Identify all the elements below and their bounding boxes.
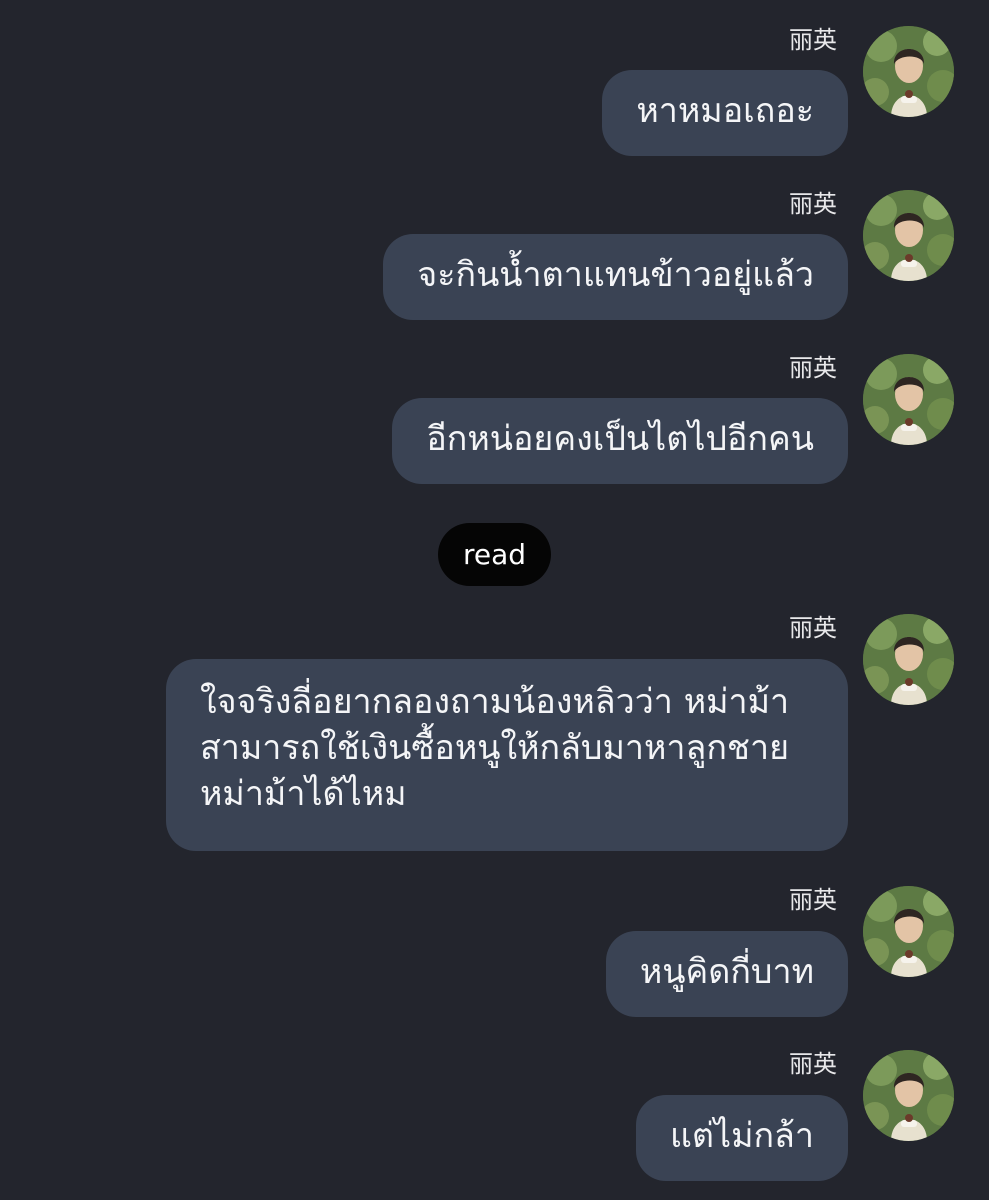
message-bubble[interactable]: หาหมอเถอะ [602, 70, 848, 156]
avatar-photo-icon [863, 190, 954, 281]
sender-name: 丽英 [789, 26, 837, 54]
avatar-photo-icon [863, 886, 954, 977]
message-line: หม่าม้าได้ไหม [200, 774, 407, 814]
avatar[interactable] [863, 190, 954, 281]
read-receipt-badge: read [438, 523, 551, 586]
avatar[interactable] [863, 26, 954, 117]
sender-name: 丽英 [789, 354, 837, 382]
message-bubble[interactable]: จะกินน้ำตาแทนข้าวอยู่แล้ว [383, 234, 848, 320]
message-bubble[interactable]: หนูคิดกี่บาท [605, 931, 848, 1017]
message-bubble[interactable]: ใจจริงลี่อยากลองถามน้องหลิวว่า หม่าม้า ส… [166, 659, 848, 851]
avatar-photo-icon [863, 1050, 954, 1141]
message-bubble[interactable]: อีกหน่อยคงเป็นไตไปอีกคน [392, 398, 848, 484]
message-line: สามารถใช้เงินซื้อหนูให้กลับมาหาลูกชาย [200, 728, 790, 768]
message-line: ใจจริงลี่อยากลองถามน้องหลิวว่า หม่าม้า [200, 682, 790, 722]
sender-name: 丽英 [789, 1050, 837, 1078]
avatar[interactable] [863, 886, 954, 977]
message-bubble[interactable]: แต่ไม่กล้า [635, 1095, 848, 1181]
avatar[interactable] [863, 354, 954, 445]
avatar-photo-icon [863, 26, 954, 117]
sender-name: 丽英 [789, 614, 837, 642]
avatar-photo-icon [863, 354, 954, 445]
avatar[interactable] [863, 614, 954, 705]
chat-thread[interactable]: 丽英 หาหมอเถอะ 丽英 จะกินน้ำตาแทนข้าวอยู่แล้… [0, 0, 989, 1200]
sender-name: 丽英 [789, 886, 837, 914]
avatar[interactable] [863, 1050, 954, 1141]
avatar-photo-icon [863, 614, 954, 705]
sender-name: 丽英 [789, 190, 837, 218]
